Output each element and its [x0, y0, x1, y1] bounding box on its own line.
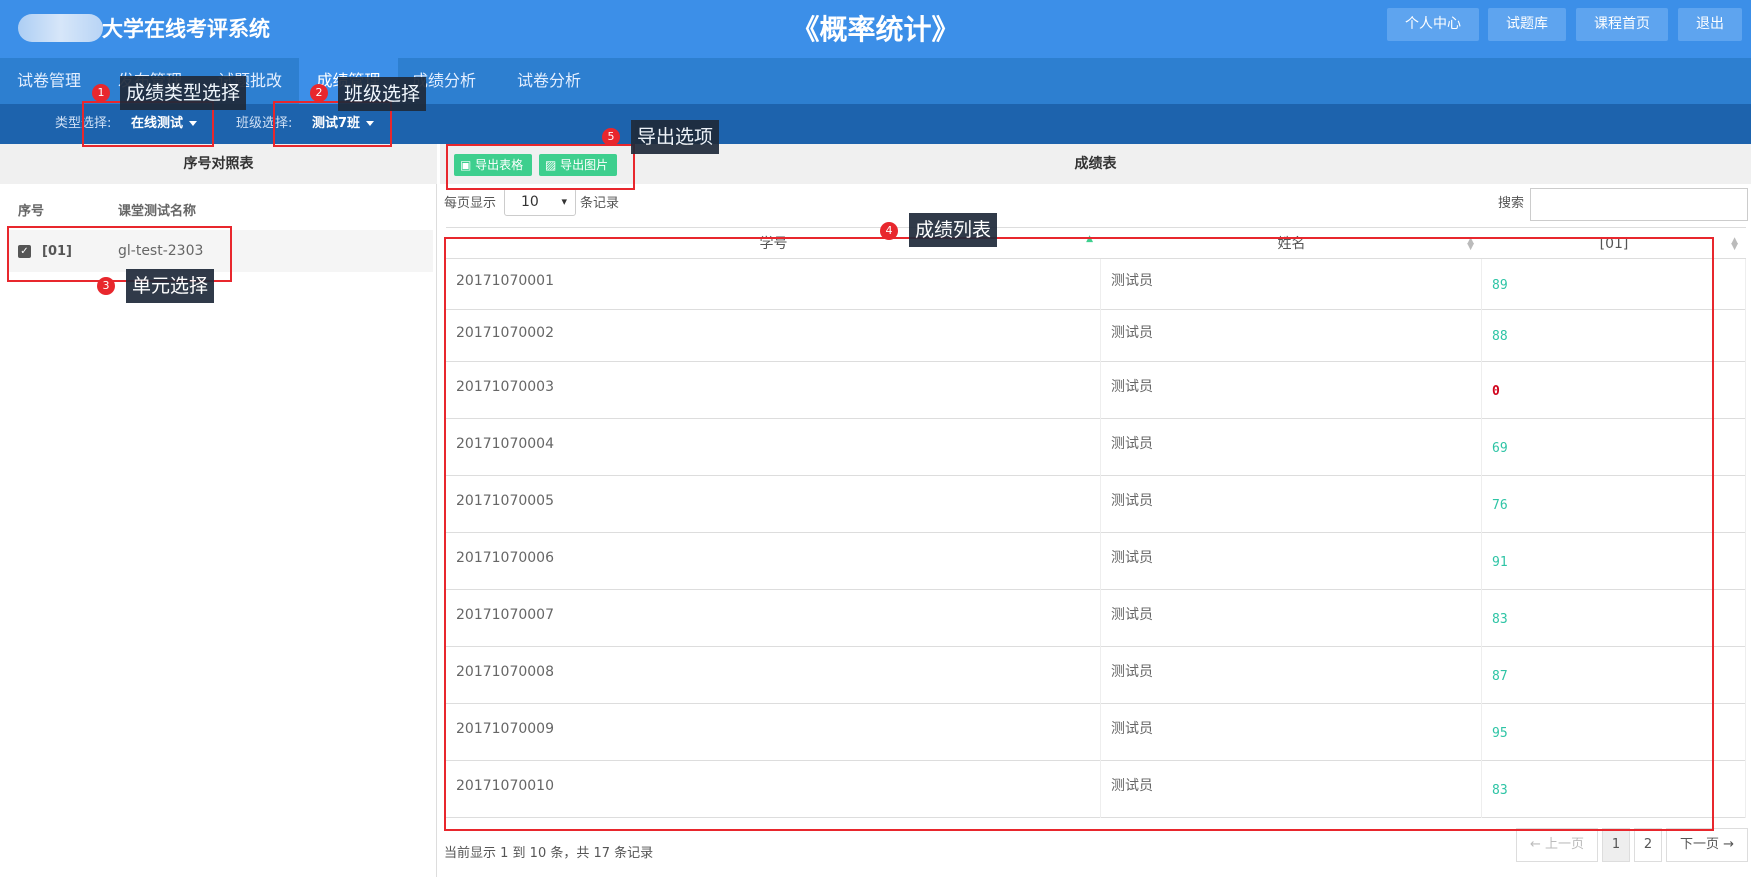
main-nav: 试卷管理 发布管理 试题批改 成绩管理 成绩分析 试卷分析 [0, 58, 1751, 104]
filter-bar: 类型选择: 在线测试 班级选择: 测试7班 [0, 104, 1751, 144]
nav-paper-analysis[interactable]: 试卷分析 [517, 58, 581, 104]
annotation-tip-1: 成绩类型选择 [120, 76, 247, 110]
annotation-box-4 [444, 237, 1714, 831]
annotation-badge-1: 1 [92, 84, 110, 102]
table-info: 当前显示 1 到 10 条，共 17 条记录 [444, 846, 654, 861]
search-label: 搜索 [1498, 196, 1525, 211]
page-1-button[interactable]: 1 [1602, 828, 1630, 862]
chevron-down-icon: ▾ [561, 195, 567, 208]
annotation-badge-2: 2 [310, 84, 328, 102]
per-page-value: 10 [521, 194, 539, 210]
annotation-badge-5: 5 [602, 128, 620, 146]
search-input[interactable] [1530, 188, 1748, 221]
course-home-button[interactable]: 课程首页 [1576, 8, 1668, 41]
annotation-tip-5: 导出选项 [631, 120, 720, 154]
annotation-tip-3: 单元选择 [126, 269, 215, 303]
per-page-suffix: 条记录 [580, 196, 620, 211]
annotation-tip-2: 班级选择 [338, 77, 427, 111]
nav-paper-management[interactable]: 试卷管理 [17, 58, 81, 104]
next-page-button[interactable]: 下一页 → [1666, 828, 1748, 862]
personal-center-button[interactable]: 个人中心 [1387, 8, 1479, 41]
sort-icon: ▲ ▼ [1731, 236, 1738, 252]
prev-page-button[interactable]: ← 上一页 [1516, 828, 1598, 862]
annotation-badge-3: 3 [97, 277, 115, 295]
annotation-tip-4: 成绩列表 [909, 213, 998, 247]
col-index-header: 序号 [18, 204, 45, 219]
col-test-name-header: 课堂测试名称 [118, 204, 197, 219]
question-bank-button[interactable]: 试题库 [1488, 8, 1566, 41]
annotation-badge-4: 4 [880, 222, 898, 240]
top-header: 大学在线考评系统 《概率统计》 个人中心 试题库 课程首页 退出 [0, 0, 1751, 58]
per-page-select[interactable]: 10 ▾ [504, 188, 576, 216]
annotation-box-5 [446, 144, 635, 190]
logout-button[interactable]: 退出 [1678, 8, 1742, 41]
index-reference-title: 序号对照表 [0, 144, 437, 184]
per-page-prefix: 每页显示 [444, 196, 497, 211]
page-2-button[interactable]: 2 [1634, 828, 1662, 862]
